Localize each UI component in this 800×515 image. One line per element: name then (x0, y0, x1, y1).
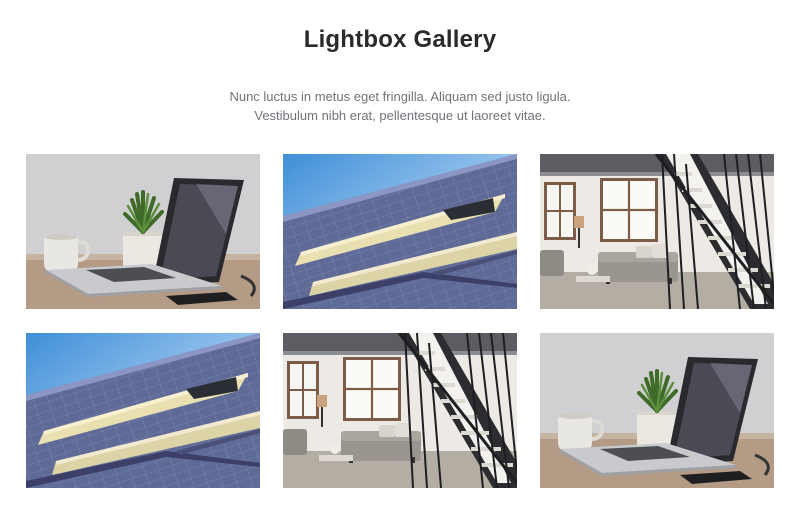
gallery-thumbnail-building-facade[interactable] (283, 154, 517, 309)
gallery-thumbnail-laptop-desk[interactable] (26, 154, 260, 309)
gallery-thumbnail-loft-staircase[interactable] (540, 154, 774, 309)
description-line-2: Vestibulum nibh erat, pellentesque ut la… (254, 108, 546, 123)
laptop-desk-photo (26, 154, 260, 309)
building-facade-photo (26, 333, 260, 488)
gallery-description: Nunc luctus in metus eget fringilla. Ali… (0, 87, 800, 125)
page-title: Lightbox Gallery (303, 26, 497, 53)
gallery-thumbnail-loft-staircase[interactable] (283, 333, 517, 488)
gallery-thumbnail-laptop-desk[interactable] (540, 333, 774, 488)
loft-staircase-photo (283, 333, 517, 488)
lightbox-gallery-page: Lightbox Gallery Nunc luctus in metus eg… (0, 0, 800, 515)
gallery-thumbnail-building-facade[interactable] (26, 333, 260, 488)
laptop-desk-photo (540, 333, 774, 488)
description-line-1: Nunc luctus in metus eget fringilla. Ali… (229, 89, 571, 104)
loft-staircase-photo (540, 154, 774, 309)
building-facade-photo (283, 154, 517, 309)
